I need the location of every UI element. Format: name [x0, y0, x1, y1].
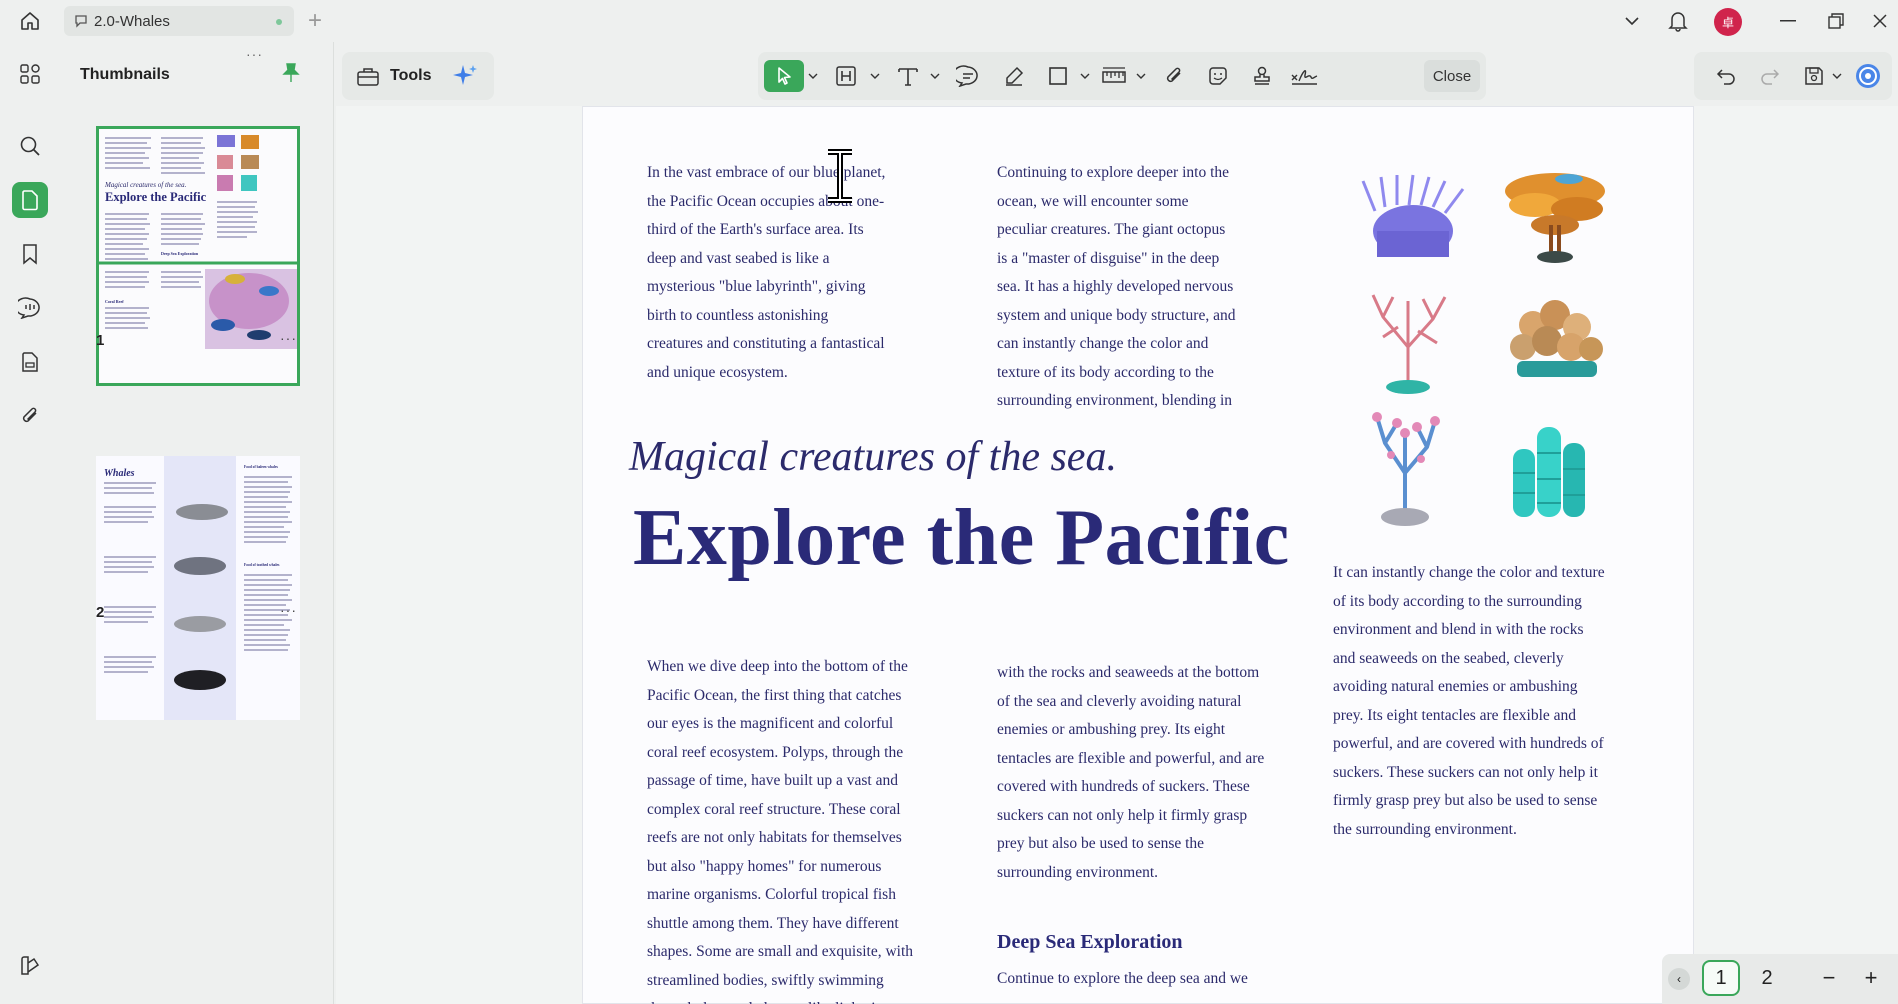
thumb-deep-heading: Deep Sea Exploration: [161, 251, 199, 256]
comment-icon: [75, 15, 87, 28]
thumb2-heading-a: Food of baleen whales: [244, 465, 278, 469]
chevron-down-icon[interactable]: [930, 72, 940, 80]
ai-sparkle-icon[interactable]: [451, 62, 479, 90]
thumbnail-page-2[interactable]: Whales Food of baleen whales Food of too…: [96, 456, 300, 720]
restore-icon[interactable]: [1822, 8, 1850, 34]
pink-branch-coral-image: [1371, 294, 1447, 394]
tools-group: Tools: [342, 52, 494, 100]
stamp-icon[interactable]: [1242, 60, 1282, 92]
thumb-section-heading: Coral Reef: [105, 299, 124, 304]
chevron-down-icon[interactable]: [1832, 72, 1842, 80]
saved-indicator: [276, 19, 282, 25]
page-1-button[interactable]: 1: [1702, 960, 1740, 996]
orange-coral-image: [1505, 173, 1605, 263]
paragraph-deep-sea: Continue to explore the deep sea and we: [997, 970, 1248, 987]
comments-icon[interactable]: [12, 290, 48, 326]
select-tool-icon[interactable]: [764, 60, 804, 92]
left-rail: [0, 42, 60, 1004]
thumbnail-page-1[interactable]: Magical creatures of the sea. Explore th…: [96, 126, 300, 386]
minimize-icon[interactable]: [1774, 8, 1802, 34]
ai-assistant-icon[interactable]: [1848, 60, 1888, 92]
annotation-toolbar: Close: [758, 52, 1486, 100]
page-navigator: ‹ 1 2 − +: [1662, 954, 1898, 1004]
highlighter-icon[interactable]: [994, 60, 1034, 92]
tan-plate-coral-image: [1510, 300, 1603, 377]
avatar[interactable]: 卓: [1714, 8, 1742, 36]
search-icon[interactable]: [12, 128, 48, 164]
bell-icon[interactable]: [1664, 8, 1692, 34]
purple-anemone-image: [1361, 174, 1465, 257]
paragraph-octopus: Continuing to explore deeper into the oc…: [997, 164, 1236, 409]
zoom-out-button[interactable]: −: [1810, 960, 1848, 996]
document-canvas[interactable]: In the vast embrace of our blue planet, …: [336, 106, 1898, 1004]
paragraph-coral-reef: When we dive deep into the bottom of the…: [647, 658, 914, 1004]
tab-title: 2.0-Whales: [94, 12, 170, 30]
measure-tool-icon[interactable]: [1094, 60, 1134, 92]
section-heading: Deep Sea Exploration: [997, 931, 1183, 953]
page-2-button[interactable]: 2: [1748, 960, 1786, 996]
chevron-down-icon[interactable]: [1136, 72, 1146, 80]
save-icon[interactable]: [1794, 60, 1834, 92]
chevron-down-icon[interactable]: [1080, 72, 1090, 80]
pin-icon[interactable]: [282, 62, 300, 89]
text-cursor-icon: [828, 149, 852, 203]
thumb2-heading-b: Food of toothed whales: [244, 563, 280, 567]
redo-icon[interactable]: [1750, 60, 1790, 92]
close-window-icon[interactable]: [1866, 8, 1894, 34]
new-tab-button[interactable]: +: [308, 9, 322, 33]
page-thumbnails-icon[interactable]: [12, 182, 48, 218]
undo-icon[interactable]: [1706, 60, 1746, 92]
page-2-more-icon[interactable]: ···: [280, 602, 297, 618]
zoom-in-button[interactable]: +: [1852, 960, 1890, 996]
tools-button[interactable]: Tools: [390, 67, 431, 85]
panel-title: Thumbnails: [80, 66, 170, 83]
thumb2-title: Whales: [104, 468, 135, 479]
theme-icon[interactable]: [12, 948, 48, 984]
panel-resize-handle[interactable]: ···: [246, 46, 263, 62]
page-subtitle: Magical creatures of the sea.: [629, 434, 1117, 480]
pink-blue-coral-image: [1372, 412, 1440, 526]
attachment-icon[interactable]: [12, 398, 48, 434]
shape-tool-icon[interactable]: [1038, 60, 1078, 92]
page-1-more-icon[interactable]: ···: [280, 330, 297, 346]
thumb-subtitle: Magical creatures of the sea.: [104, 181, 187, 189]
page-1-preview: Magical creatures of the sea. Explore th…: [99, 129, 297, 383]
attach-file-icon[interactable]: [1154, 60, 1194, 92]
header-tool-icon[interactable]: [826, 60, 866, 92]
comment-tool-icon[interactable]: [948, 60, 988, 92]
toolbox-icon[interactable]: [356, 65, 380, 87]
chevron-down-icon[interactable]: [1618, 8, 1646, 34]
title-bar: 2.0-Whales + 卓: [0, 0, 1898, 42]
apps-icon[interactable]: [12, 56, 48, 92]
chevron-down-icon[interactable]: [870, 72, 880, 80]
form-fields-icon[interactable]: [12, 344, 48, 380]
paragraph-camouflage: It can instantly change the color and te…: [1333, 564, 1605, 838]
chevron-left-icon[interactable]: ‹: [1668, 968, 1690, 990]
thumb-title: Explore the Pacific: [105, 190, 207, 204]
document-tab[interactable]: 2.0-Whales: [64, 6, 294, 36]
thumbnail-page-number: 1: [96, 332, 105, 349]
home-icon[interactable]: [14, 9, 46, 33]
page-title: Explore the Pacific: [633, 494, 1290, 582]
signature-icon[interactable]: [1284, 60, 1324, 92]
thumbnail-page-number: 2: [96, 604, 105, 621]
text-tool-icon[interactable]: [888, 60, 928, 92]
bookmark-icon[interactable]: [12, 236, 48, 272]
thumbnail-panel: ··· Thumbnails Magical creatures of the …: [60, 42, 334, 1004]
teal-tube-coral-image: [1513, 427, 1585, 517]
close-annotation-button[interactable]: Close: [1424, 60, 1480, 92]
document-page[interactable]: In the vast embrace of our blue planet, …: [582, 106, 1694, 1004]
sticker-icon[interactable]: [1198, 60, 1238, 92]
chevron-down-icon[interactable]: [808, 72, 818, 80]
paragraph-tentacles: with the rocks and seaweeds at the botto…: [997, 664, 1265, 881]
history-toolbar: [1694, 52, 1892, 100]
page-2-preview: Whales Food of baleen whales Food of too…: [96, 456, 300, 720]
